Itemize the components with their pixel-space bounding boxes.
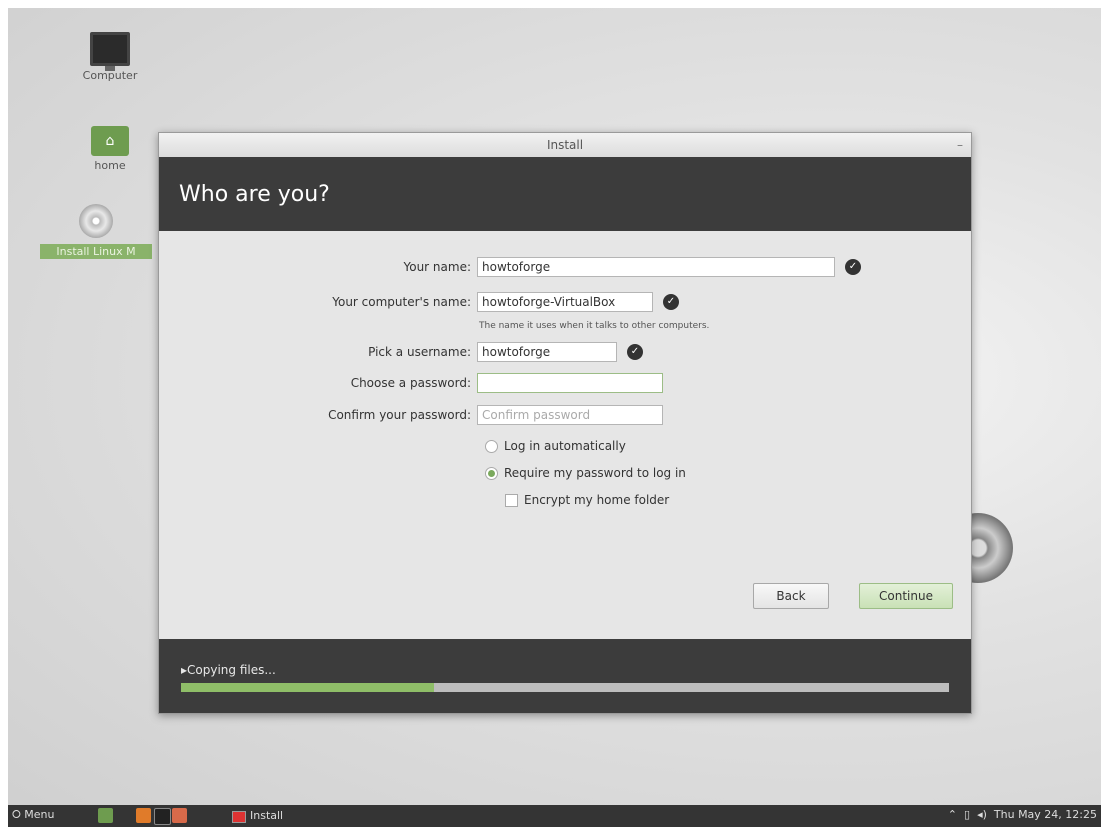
system-tray: ⌃ ▯ ◂) Thu May 24, 12:25 <box>948 808 1097 821</box>
radio-button[interactable] <box>485 440 498 453</box>
menu-label: Menu <box>24 808 55 821</box>
install-window: Install – Who are you? Your name: ✓ Your… <box>158 132 972 714</box>
desktop-icon-label: home <box>94 159 126 172</box>
progress-panel: ▸Copying files... <box>159 639 971 713</box>
user-form: Your name: ✓ Your computer's name: ✓ The… <box>159 231 971 631</box>
computer-name-label: Your computer's name: <box>332 295 471 309</box>
show-desktop-icon[interactable] <box>98 808 113 823</box>
confirm-password-label: Confirm your password: <box>328 408 471 422</box>
minimize-button[interactable]: – <box>957 133 963 157</box>
firefox-icon[interactable] <box>136 808 151 823</box>
encrypt-home-checkbox[interactable] <box>505 494 518 507</box>
your-name-label: Your name: <box>403 260 471 274</box>
password-input[interactable] <box>477 373 663 393</box>
desktop-icon-computer[interactable]: Computer <box>60 32 160 82</box>
progress-bar-fill <box>181 683 435 692</box>
taskbar: ⭘ Menu Install ⌃ ▯ ◂) Thu May 24, 12:25 <box>8 805 1101 827</box>
your-name-input[interactable] <box>477 257 835 277</box>
continue-button[interactable]: Continue <box>859 583 953 609</box>
taskbar-item-install[interactable]: Install <box>232 807 370 825</box>
window-titlebar[interactable]: Install – <box>159 133 971 157</box>
progress-bar <box>181 683 949 692</box>
require-password-option[interactable]: Require my password to log in <box>485 466 686 480</box>
password-label: Choose a password: <box>350 376 471 390</box>
check-circle-icon: ✓ <box>845 259 861 275</box>
desktop-icon-label: Install Linux M <box>40 244 152 259</box>
clock[interactable]: Thu May 24, 12:25 <box>994 808 1097 821</box>
desktop: Computer ⌂ home Install Linux M Install … <box>8 8 1101 827</box>
encrypt-home-label: Encrypt my home folder <box>524 493 670 507</box>
confirm-password-input[interactable] <box>477 405 663 425</box>
check-circle-icon: ✓ <box>627 344 643 360</box>
login-automatically-label: Log in automatically <box>504 439 626 453</box>
network-icon[interactable]: ▯ <box>964 808 970 821</box>
computer-name-hint: The name it uses when it talks to other … <box>479 321 710 331</box>
computer-name-input[interactable] <box>477 292 653 312</box>
page-title: Who are you? <box>159 157 971 231</box>
chevron-up-icon[interactable]: ⌃ <box>948 808 957 821</box>
check-circle-icon: ✓ <box>663 294 679 310</box>
terminal-icon[interactable] <box>154 808 171 825</box>
username-input[interactable] <box>477 342 617 362</box>
disc-icon <box>79 204 113 238</box>
username-label: Pick a username: <box>368 345 471 359</box>
monitor-icon <box>90 32 130 71</box>
desktop-icon-install[interactable]: Install Linux M <box>40 204 152 259</box>
login-automatically-option[interactable]: Log in automatically <box>485 439 626 453</box>
require-password-label: Require my password to log in <box>504 466 686 480</box>
progress-label: ▸Copying files... <box>181 663 276 677</box>
encrypt-home-option[interactable]: Encrypt my home folder <box>505 493 669 507</box>
desktop-icon-home[interactable]: ⌂ home <box>60 126 160 172</box>
window-title: Install <box>546 138 584 152</box>
volume-icon[interactable]: ◂) <box>977 808 987 821</box>
menu-button[interactable]: ⭘ Menu <box>12 808 55 822</box>
radio-button-selected[interactable] <box>485 467 498 480</box>
files-icon[interactable] <box>172 808 187 823</box>
back-button[interactable]: Back <box>753 583 829 609</box>
home-folder-icon: ⌂ <box>91 126 129 156</box>
